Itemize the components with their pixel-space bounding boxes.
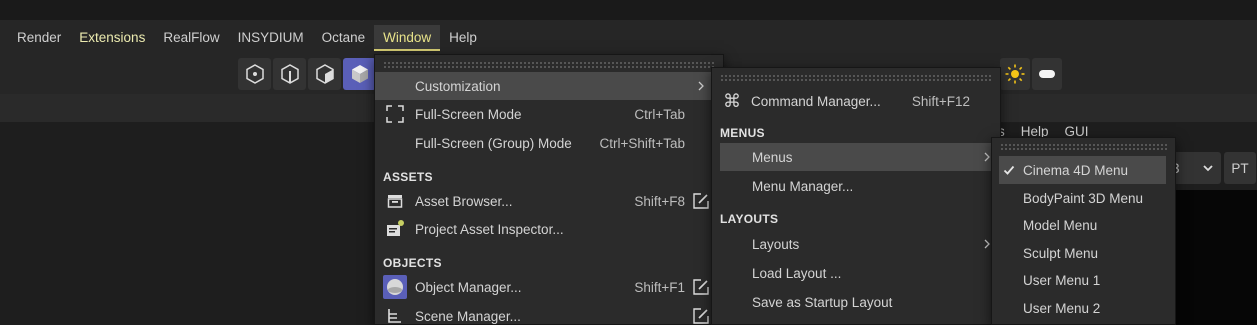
- asset-browser-shortcut: Shift+F8: [634, 193, 685, 209]
- pt-label: PT: [1231, 160, 1249, 176]
- project-asset-inspector-label: Project Asset Inspector...: [415, 221, 564, 237]
- light-button[interactable]: [1000, 58, 1030, 90]
- edges-mode-button[interactable]: [273, 58, 306, 90]
- menu-item-load-layout[interactable]: Load Layout ...: [712, 259, 1000, 287]
- object-manager-label: Object Manager...: [415, 279, 522, 295]
- menu-help[interactable]: Help: [440, 25, 486, 51]
- polygons-mode-icon: [315, 64, 334, 84]
- command-key-icon: ⌘: [723, 90, 741, 111]
- cinema4d-menu-label: Cinema 4D Menu: [1023, 162, 1129, 178]
- model-mode-button[interactable]: [343, 58, 376, 90]
- menu-item-save-startup-layout[interactable]: Save as Startup Layout: [712, 288, 1000, 316]
- menu-grip[interactable]: [383, 61, 715, 69]
- menu-item-scene-manager[interactable]: Scene Manager...: [375, 302, 723, 325]
- menus-section-header: MENUS: [720, 126, 765, 140]
- layouts-label: Layouts: [752, 236, 800, 252]
- object-manager-shortcut: Shift+F1: [634, 279, 685, 295]
- edit-icon[interactable]: [692, 278, 710, 296]
- menu-item-model-menu[interactable]: Model Menu: [992, 211, 1175, 239]
- menu-grip[interactable]: [720, 74, 992, 82]
- edges-mode-icon: [280, 64, 299, 84]
- objects-section-header: OBJECTS: [383, 256, 442, 270]
- window-menu: Customization Full-Screen Mode Ctrl+Tab …: [374, 54, 724, 325]
- edit-icon[interactable]: [692, 307, 710, 325]
- user-menu-1-label: User Menu 1: [1023, 272, 1101, 288]
- menus-label: Menus: [752, 149, 793, 165]
- sun-icon: [1005, 64, 1025, 84]
- fullscreen-label: Full-Screen Mode: [415, 106, 522, 122]
- menus-submenu: Cinema 4D Menu BodyPaint 3D Menu Model M…: [991, 137, 1176, 325]
- chevron-down-icon: [1203, 165, 1213, 172]
- menu-extensions[interactable]: Extensions: [70, 25, 154, 51]
- asset-browser-icon: [384, 190, 406, 212]
- menu-item-fullscreen-group[interactable]: Full-Screen (Group) Mode Ctrl+Shift+Tab: [375, 129, 723, 157]
- main-menubar: Render Extensions RealFlow INSYDIUM Octa…: [0, 20, 1257, 56]
- menu-item-object-manager[interactable]: Object Manager... Shift+F1: [375, 273, 723, 301]
- menu-manager-label: Menu Manager...: [752, 178, 854, 194]
- menu-render[interactable]: Render: [8, 25, 70, 51]
- menu-item-cinema4d-menu[interactable]: Cinema 4D Menu: [999, 156, 1166, 184]
- command-manager-shortcut: Shift+F12: [911, 93, 970, 109]
- chevron-right-icon: [984, 239, 990, 249]
- pt-button[interactable]: PT: [1224, 152, 1256, 184]
- save-startup-layout-label: Save as Startup Layout: [752, 294, 893, 310]
- menu-item-layouts[interactable]: Layouts: [712, 230, 1000, 258]
- edit-icon[interactable]: [692, 192, 710, 210]
- menu-item-asset-browser[interactable]: Asset Browser... Shift+F8: [375, 187, 723, 215]
- points-mode-icon: [245, 64, 264, 84]
- menu-item-menus[interactable]: Menus: [720, 143, 992, 171]
- sculpt-menu-label: Sculpt Menu: [1023, 245, 1099, 261]
- load-layout-label: Load Layout ...: [752, 265, 842, 281]
- fullscreen-shortcut: Ctrl+Tab: [634, 106, 685, 122]
- mode-tool-group: [238, 58, 376, 90]
- fullscreen-group-label: Full-Screen (Group) Mode: [415, 135, 572, 151]
- menu-item-sculpt-menu[interactable]: Sculpt Menu: [992, 239, 1175, 267]
- model-menu-label: Model Menu: [1023, 217, 1098, 233]
- menu-octane[interactable]: Octane: [313, 25, 375, 51]
- render-tool-group: [1000, 58, 1062, 90]
- title-bar: [0, 0, 1257, 20]
- scene-manager-icon: [384, 305, 406, 325]
- object-manager-icon: [383, 275, 407, 299]
- menu-item-fullscreen[interactable]: Full-Screen Mode Ctrl+Tab: [375, 100, 723, 128]
- menu-insydium[interactable]: INSYDIUM: [229, 25, 313, 51]
- menu-item-command-manager[interactable]: ⌘ Command Manager... Shift+F12: [712, 87, 1000, 115]
- menu-item-user-menu-1[interactable]: User Menu 1: [992, 266, 1175, 294]
- asset-browser-label: Asset Browser...: [415, 193, 513, 209]
- fullscreen-group-shortcut: Ctrl+Shift+Tab: [599, 135, 685, 151]
- customization-label: Customization: [415, 78, 501, 94]
- menu-item-bodypaint-menu[interactable]: BodyPaint 3D Menu: [992, 184, 1175, 212]
- asset-inspector-icon: [384, 218, 406, 240]
- assets-section-header: ASSETS: [383, 170, 433, 184]
- viewport-toolbar: 3 PT: [1165, 152, 1256, 184]
- chevron-right-icon: [698, 81, 704, 91]
- menu-item-menu-manager[interactable]: Menu Manager...: [712, 172, 1000, 200]
- layouts-section-header: LAYOUTS: [720, 212, 779, 226]
- menu-realflow[interactable]: RealFlow: [154, 25, 228, 51]
- chevron-right-icon: [984, 152, 990, 162]
- model-mode-icon: [351, 65, 368, 83]
- checkmark-icon: [1003, 165, 1015, 175]
- customization-submenu: ⌘ Command Manager... Shift+F12 MENUS Men…: [711, 67, 1001, 325]
- user-menu-2-label: User Menu 2: [1023, 300, 1101, 316]
- menu-item-customization[interactable]: Customization: [375, 72, 723, 100]
- points-mode-button[interactable]: [238, 58, 271, 90]
- menu-item-user-menu-2[interactable]: User Menu 2: [992, 294, 1175, 322]
- area-light-button[interactable]: [1032, 58, 1062, 90]
- menu-window[interactable]: Window: [374, 25, 441, 51]
- fullscreen-icon: [384, 103, 406, 125]
- polygons-mode-button[interactable]: [308, 58, 341, 90]
- menu-item-project-asset-inspector[interactable]: Project Asset Inspector...: [375, 215, 723, 243]
- menu-grip[interactable]: [1000, 143, 1167, 151]
- bodypaint-menu-label: BodyPaint 3D Menu: [1023, 190, 1144, 206]
- area-light-icon: [1039, 70, 1055, 78]
- scene-manager-label: Scene Manager...: [415, 308, 521, 324]
- command-manager-label: Command Manager...: [751, 93, 881, 109]
